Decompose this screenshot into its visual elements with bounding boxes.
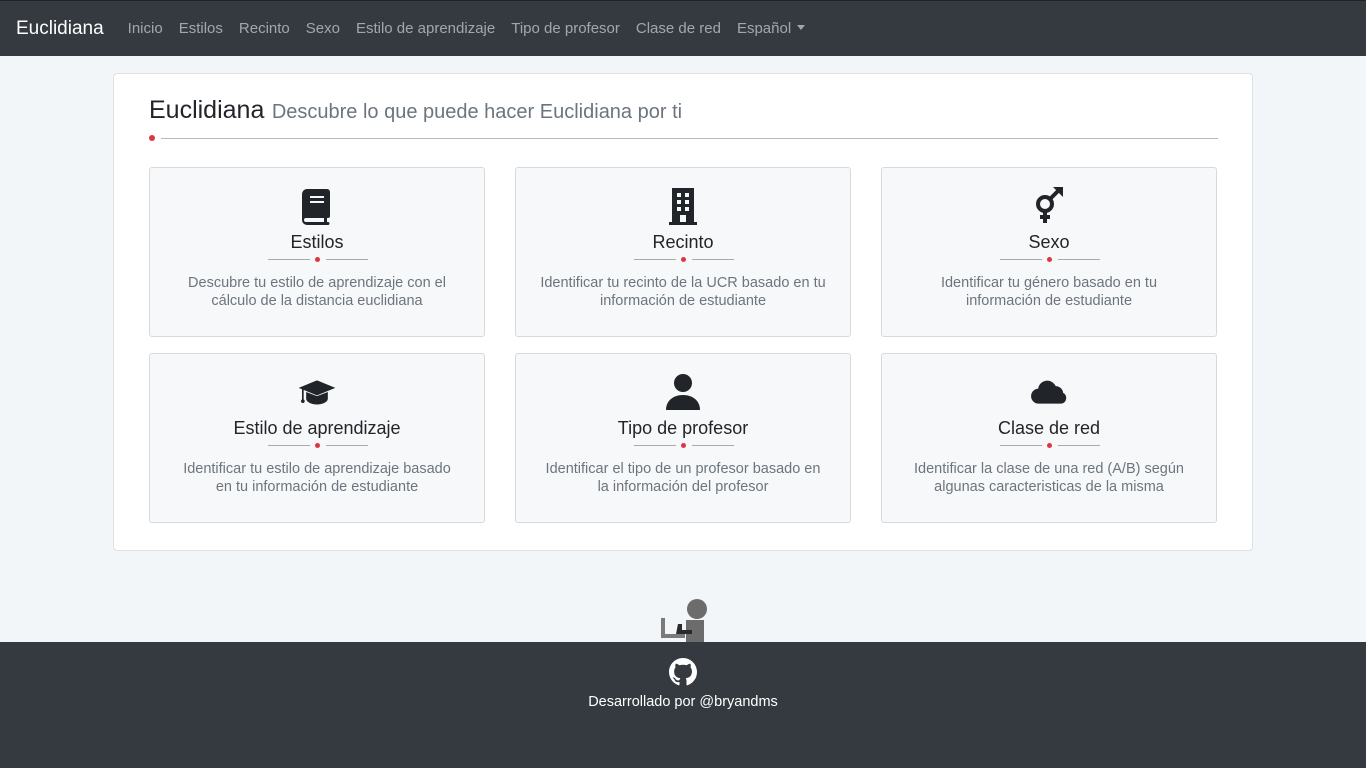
developer-illustration-icon: [661, 599, 707, 642]
feature-card-title: Clase de red: [997, 418, 1101, 438]
feature-card-estilo-aprendizaje[interactable]: Estilo de aprendizaje Identificar tu est…: [149, 353, 485, 523]
feature-card-divider: [268, 257, 368, 262]
nav-link-sexo[interactable]: Sexo: [306, 20, 340, 37]
main-card: Euclidiana Descubre lo que puede hacer E…: [113, 73, 1253, 551]
feature-card-title: Sexo: [1028, 232, 1070, 252]
nav-link-clase-red[interactable]: Clase de red: [636, 20, 721, 37]
language-dropdown[interactable]: Español: [736, 20, 806, 37]
footer-credit: Desarrollado por @bryandms: [588, 694, 778, 710]
feature-card-recinto[interactable]: Recinto Identificar tu recinto de la UCR…: [515, 167, 851, 337]
heading-divider-dot: [149, 135, 155, 141]
top-navbar: Euclidiana Inicio Estilos Recinto Sexo E…: [0, 0, 1366, 56]
feature-card-divider: [634, 257, 734, 262]
feature-card-description: Identificar la clase de una red (A/B) se…: [913, 461, 1184, 495]
feature-card-divider: [634, 443, 734, 448]
feature-card-divider: [268, 443, 368, 448]
user-icon: [516, 372, 850, 412]
page-heading: Euclidiana Descubre lo que puede hacer E…: [149, 96, 682, 125]
page-title: Euclidiana: [149, 96, 265, 124]
navbar-brand[interactable]: Euclidiana: [16, 18, 104, 40]
feature-card-title: Estilos: [290, 232, 344, 252]
feature-card-description: Identificar el tipo de un profesor basad…: [545, 461, 821, 495]
building-icon: [516, 186, 850, 226]
graduation-cap-icon: [150, 372, 484, 412]
feature-card-estilos[interactable]: Estilos Descubre tu estilo de aprendizaj…: [149, 167, 485, 337]
book-icon: [150, 186, 484, 226]
chevron-down-icon: [797, 25, 806, 30]
nav-link-estilos[interactable]: Estilos: [179, 20, 223, 37]
nav-link-inicio[interactable]: Inicio: [128, 20, 163, 37]
feature-card-title: Tipo de profesor: [617, 418, 749, 438]
feature-card-description: Identificar tu estilo de aprendizaje bas…: [183, 461, 451, 495]
footer: Desarrollado por @bryandms: [0, 642, 1366, 768]
feature-card-description: Descubre tu estilo de aprendizaje con el…: [188, 275, 446, 309]
heading-divider: [161, 138, 1218, 139]
feature-card-divider: [1000, 443, 1100, 448]
nav-links: Inicio Estilos Recinto Sexo Estilo de ap…: [128, 20, 822, 37]
feature-card-clase-red[interactable]: Clase de red Identificar la clase de una…: [881, 353, 1217, 523]
language-label: Español: [736, 20, 792, 37]
cloud-icon: [882, 372, 1216, 412]
feature-card-title: Recinto: [652, 232, 714, 252]
github-icon[interactable]: [669, 658, 697, 686]
feature-card-description: Identificar tu recinto de la UCR basado …: [540, 275, 826, 309]
page-subtitle: Descubre lo que puede hacer Euclidiana p…: [271, 101, 683, 123]
nav-link-recinto[interactable]: Recinto: [239, 20, 290, 37]
feature-card-description: Identificar tu género basado en tu infor…: [940, 275, 1158, 309]
feature-card-tipo-profesor[interactable]: Tipo de profesor Identificar el tipo de …: [515, 353, 851, 523]
feature-card-title: Estilo de aprendizaje: [233, 418, 401, 438]
nav-link-tipo-profesor[interactable]: Tipo de profesor: [511, 20, 620, 37]
feature-card-sexo[interactable]: Sexo Identificar tu género basado en tu …: [881, 167, 1217, 337]
nav-link-estilo-aprendizaje[interactable]: Estilo de aprendizaje: [356, 20, 495, 37]
feature-card-divider: [1000, 257, 1100, 262]
transgender-icon: [882, 186, 1216, 226]
